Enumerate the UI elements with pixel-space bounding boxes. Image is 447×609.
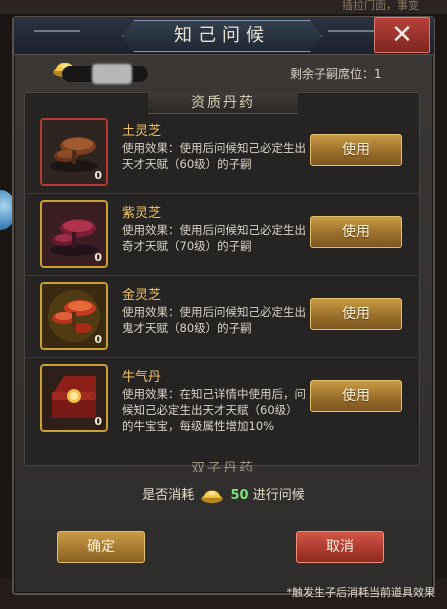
item-icon-frame[interactable]: 0	[40, 282, 108, 350]
use-button[interactable]: 使用	[310, 380, 402, 412]
use-button[interactable]: 使用	[310, 298, 402, 330]
confirm-message: 是否消耗 50 进行问候	[142, 488, 305, 503]
list-item: 0 金灵芝 使用效果：使用后问候知己必定生出鬼才天赋（80级）的子嗣 使用	[26, 278, 418, 358]
list-item: 0 牛气丹 使用效果：在知己详情中使用后，问候知己必定生出天才天赋（60级）的牛…	[26, 360, 418, 440]
item-count: 0	[94, 169, 102, 182]
use-button[interactable]: 使用	[310, 216, 402, 248]
item-description: 使用效果：在知己详情中使用后，问候知己必定生出天才天赋（60级）的牛宝宝，每级属…	[122, 387, 306, 433]
item-name: 土灵芝	[122, 124, 162, 139]
item-icon-frame[interactable]: 0	[40, 200, 108, 268]
item-name: 牛气丹	[122, 370, 162, 385]
footnote: *触发生子后消耗当前道具效果	[286, 586, 436, 599]
item-name: 紫灵芝	[122, 206, 162, 221]
item-description: 使用效果：使用后问候知己必定生出鬼才天赋（80级）的子嗣	[122, 305, 306, 335]
item-count: 0	[94, 333, 102, 346]
background-hint: 插拉门面，事变	[342, 0, 419, 12]
next-section-title: 双子丹药	[191, 461, 255, 472]
item-icon-frame[interactable]: 0	[40, 118, 108, 186]
item-count: 0	[94, 251, 102, 264]
list-item: 0 土灵芝 使用效果：使用后问候知己必定生出天才天赋（60级）的子嗣 使用	[26, 114, 418, 194]
close-button[interactable]: ✕	[374, 17, 430, 53]
title-ornament-right	[328, 30, 374, 38]
item-description: 使用效果：使用后问候知己必定生出奇才天赋（70级）的子嗣	[122, 223, 306, 253]
item-count: 0	[94, 415, 102, 428]
cost-amount: 50	[230, 488, 249, 503]
item-description: 使用效果：使用后问候知己必定生出天才天赋（60级）的子嗣	[122, 141, 306, 171]
use-button[interactable]: 使用	[310, 134, 402, 166]
cancel-button[interactable]: 取消	[296, 531, 384, 563]
item-name: 金灵芝	[122, 288, 162, 303]
title-ornament-left	[34, 30, 80, 38]
dialog-title: 知己问候	[174, 25, 270, 46]
currency-value-obscured	[92, 64, 132, 84]
background-top: 插拉门面，事变	[0, 0, 447, 14]
gold-ingot-icon	[201, 490, 224, 503]
section-title: 资质丹药	[148, 92, 298, 114]
item-icon-frame[interactable]: 0	[40, 364, 108, 432]
confirm-button[interactable]: 确定	[57, 531, 145, 563]
remaining-seats: 剩余子嗣席位：1	[290, 67, 382, 81]
list-item: 0 紫灵芝 使用效果：使用后问候知己必定生出奇才天赋（70级）的子嗣 使用	[26, 196, 418, 276]
